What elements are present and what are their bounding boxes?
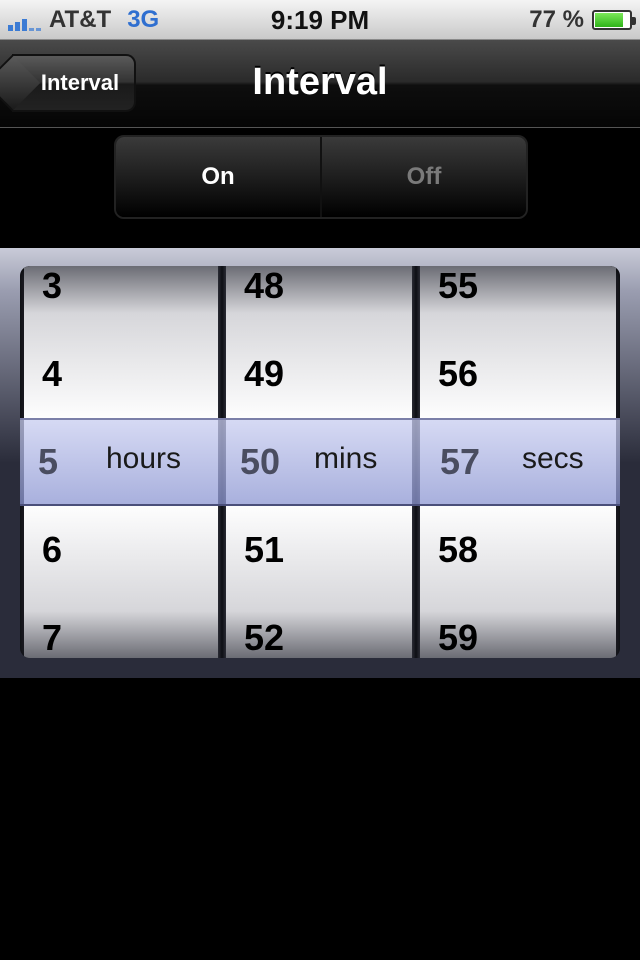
hours-row[interactable]: 3 [42,266,62,330]
wheel-divider [412,266,420,658]
mins-row[interactable]: 49 [244,330,284,418]
interval-picker: 3 4 6 7 48 49 51 52 55 56 58 59 5 hours … [0,248,640,678]
mins-row[interactable]: 48 [244,266,284,330]
mins-row[interactable]: 52 [244,594,284,658]
secs-wheel[interactable]: 55 56 58 59 [420,266,616,658]
segment-area: On Off [0,128,640,248]
on-off-segmented-control: On Off [114,135,528,219]
status-right: 77 % [529,0,636,40]
hours-row[interactable]: 4 [42,330,62,418]
mins-wheel[interactable]: 48 49 51 52 [226,266,412,658]
battery-icon [592,10,636,30]
battery-percent: 77 % [529,6,584,33]
secs-row[interactable]: 56 [438,330,478,418]
mins-row[interactable]: 51 [244,506,284,594]
battery-fill [595,13,623,27]
secs-row[interactable]: 59 [438,594,478,658]
hours-wheel[interactable]: 3 4 6 7 [24,266,218,658]
status-bar: AT&T 3G 9:19 PM 77 % [0,0,640,40]
navigation-bar: Interval Interval [0,40,640,128]
secs-row[interactable]: 58 [438,506,478,594]
secs-row[interactable]: 55 [438,266,478,330]
wheel-divider [218,266,226,658]
hours-row[interactable]: 6 [42,506,62,594]
segment-on[interactable]: On [116,137,322,217]
hours-row[interactable]: 7 [42,594,62,658]
back-button-label: Interval [40,70,120,95]
picker-frame: 3 4 6 7 48 49 51 52 55 56 58 59 [20,266,620,658]
segment-off[interactable]: Off [322,137,526,217]
